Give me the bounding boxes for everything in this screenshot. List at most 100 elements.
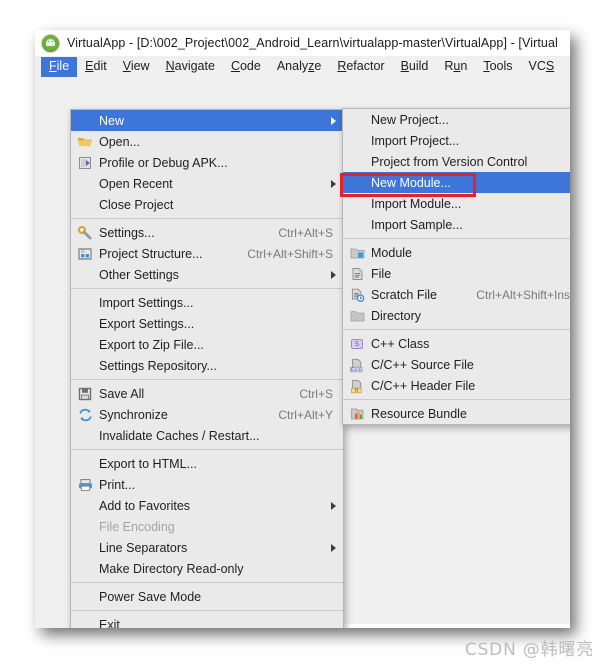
file-menu-item-add-to-favorites[interactable]: Add to Favorites [71,495,343,516]
new-submenu-item-label: Import Project... [371,133,460,148]
svg-text:H: H [354,387,358,393]
menubar-item-window[interactable]: Window [562,57,570,77]
menubar-item-view[interactable]: View [115,57,158,77]
svg-text:S: S [355,340,360,348]
file-menu-popup[interactable]: New Open... Profile or Debug APK... Open Re… [70,109,344,628]
chevron-right-icon [331,501,336,510]
menubar-item-edit[interactable]: Edit [77,57,115,77]
open-folder-icon [77,134,94,150]
file-menu-item-label: Export to Zip File... [99,337,204,352]
new-submenu-item-c-c-source-file[interactable]: C++ C/C++ Source File [343,354,570,375]
file-menu-item-exit[interactable]: Exit [71,614,343,629]
file-menu-separator [71,610,343,611]
file-menu-item-export-to-html[interactable]: Export to HTML... [71,453,343,474]
menubar-item-build[interactable]: Build [393,57,437,77]
watermark: CSDN @韩曙亮 [464,640,594,660]
menu-bar[interactable]: File Edit View Navigate Code Analyze Ref… [35,56,570,77]
new-submenu-popup[interactable]: New Project... Import Project... Project f… [342,108,570,425]
new-submenu-item-label: Module [371,245,412,260]
file-menu-item-make-directory-read-only[interactable]: Make Directory Read-only [71,558,343,579]
file-menu-item-profile-or-debug-apk[interactable]: Profile or Debug APK... [71,152,343,173]
file-menu-item-power-save-mode[interactable]: Power Save Mode [71,586,343,607]
chevron-right-icon [331,179,336,188]
file-menu-item-label: Project Structure... [99,246,203,261]
file-menu-item-label: New [99,113,125,128]
file-menu-item-label: Add to Favorites [99,498,191,513]
file-menu-separator [71,449,343,450]
menubar-item-code[interactable]: Code [223,57,269,77]
file-menu-separator [71,379,343,380]
file-menu-item-project-structure[interactable]: Project Structure... Ctrl+Alt+Shift+S [71,243,343,264]
resource-bundle-icon [349,406,366,422]
new-submenu-item-import-sample[interactable]: Import Sample... [343,214,570,235]
file-menu-item-accelerator: Ctrl+Alt+Y [278,407,333,422]
file-icon [349,266,366,282]
new-submenu-separator [343,329,570,330]
new-submenu-item-label: C++ Class [371,336,430,351]
file-menu-item-label: Settings Repository... [99,358,217,373]
file-menu-item-label: Export to HTML... [99,456,197,471]
file-menu-item-label: Print... [99,477,136,492]
new-submenu-item-module[interactable]: Module [343,242,570,263]
file-menu-item-open[interactable]: Open... [71,131,343,152]
file-menu-item-new[interactable]: New [71,110,343,131]
new-submenu-item-c-c-header-file[interactable]: H C/C++ Header File [343,375,570,396]
file-menu-item-label: Close Project [99,197,174,212]
new-submenu-item-import-project[interactable]: Import Project... [343,130,570,151]
file-menu-item-close-project[interactable]: Close Project [71,194,343,215]
new-submenu-item-file[interactable]: File [343,263,570,284]
synchronize-icon [77,407,94,423]
file-menu-item-line-separators[interactable]: Line Separators [71,537,343,558]
new-submenu-item-accelerator: Ctrl+Alt+Shift+Insert [476,287,570,302]
settings-wrench-icon [77,225,94,241]
file-menu-item-accelerator: Ctrl+Alt+Shift+S [247,246,333,261]
new-submenu-item-label: Import Module... [371,196,462,211]
menubar-item-tools[interactable]: Tools [475,57,520,77]
file-menu-item-print[interactable]: Print... [71,474,343,495]
file-menu-item-import-settings[interactable]: Import Settings... [71,292,343,313]
menubar-item-navigate[interactable]: Navigate [158,57,223,77]
new-submenu-item-label: C/C++ Source File [371,357,474,372]
file-menu-item-label: Export Settings... [99,316,195,331]
menubar-item-vcs[interactable]: VCS [521,57,563,77]
file-menu-item-file-encoding: File Encoding [71,516,343,537]
file-menu-item-accelerator: Ctrl+Alt+S [278,225,333,240]
new-submenu-item-project-from-version-control[interactable]: Project from Version Control [343,151,570,172]
file-menu-item-settings[interactable]: Settings... Ctrl+Alt+S [71,222,343,243]
file-menu-item-export-settings[interactable]: Export Settings... [71,313,343,334]
svg-text:C++: C++ [351,366,362,372]
file-menu-item-other-settings[interactable]: Other Settings [71,264,343,285]
file-menu-separator [71,218,343,219]
save-all-icon [77,386,94,402]
file-menu-item-label: Save All [99,386,145,401]
new-submenu-item-directory[interactable]: Directory [343,305,570,326]
file-menu-item-save-all[interactable]: Save All Ctrl+S [71,383,343,404]
new-submenu-item-label: C/C++ Header File [371,378,476,393]
title-bar: VirtualApp - [D:\002_Project\002_Android… [35,30,570,56]
cpp-source-file-icon: C++ [349,357,366,373]
file-menu-item-synchronize[interactable]: Synchronize Ctrl+Alt+Y [71,404,343,425]
menubar-item-file[interactable]: File [41,56,78,77]
new-submenu-item-c-class[interactable]: S C++ Class [343,333,570,354]
menubar-item-refactor[interactable]: Refactor [329,57,392,77]
new-submenu-item-import-module[interactable]: Import Module... [343,193,570,214]
file-menu-item-label: Profile or Debug APK... [99,155,228,170]
menubar-item-analyze[interactable]: Analyze [269,57,329,77]
file-menu-item-settings-repository[interactable]: Settings Repository... [71,355,343,376]
file-menu-item-export-to-zip-file[interactable]: Export to Zip File... [71,334,343,355]
new-submenu-item-new-project[interactable]: New Project... [343,109,570,130]
file-menu-item-open-recent[interactable]: Open Recent [71,173,343,194]
file-menu-item-invalidate-caches-restart[interactable]: Invalidate Caches / Restart... [71,425,343,446]
new-submenu-item-label: Scratch File [371,287,437,302]
file-menu-item-label: Settings... [99,225,155,240]
new-submenu-item-new-module[interactable]: New Module... [343,172,570,193]
file-menu-separator [71,582,343,583]
new-submenu-item-resource-bundle[interactable]: Resource Bundle [343,403,570,424]
menubar-item-run[interactable]: Run [436,57,475,77]
new-submenu-item-scratch-file[interactable]: Scratch File Ctrl+Alt+Shift+Insert [343,284,570,305]
chevron-right-icon [331,270,336,279]
directory-icon [349,308,366,324]
new-submenu-item-label: Project from Version Control [371,154,528,169]
file-menu-item-label: Open... [99,134,140,149]
new-submenu-item-label: Import Sample... [371,217,463,232]
